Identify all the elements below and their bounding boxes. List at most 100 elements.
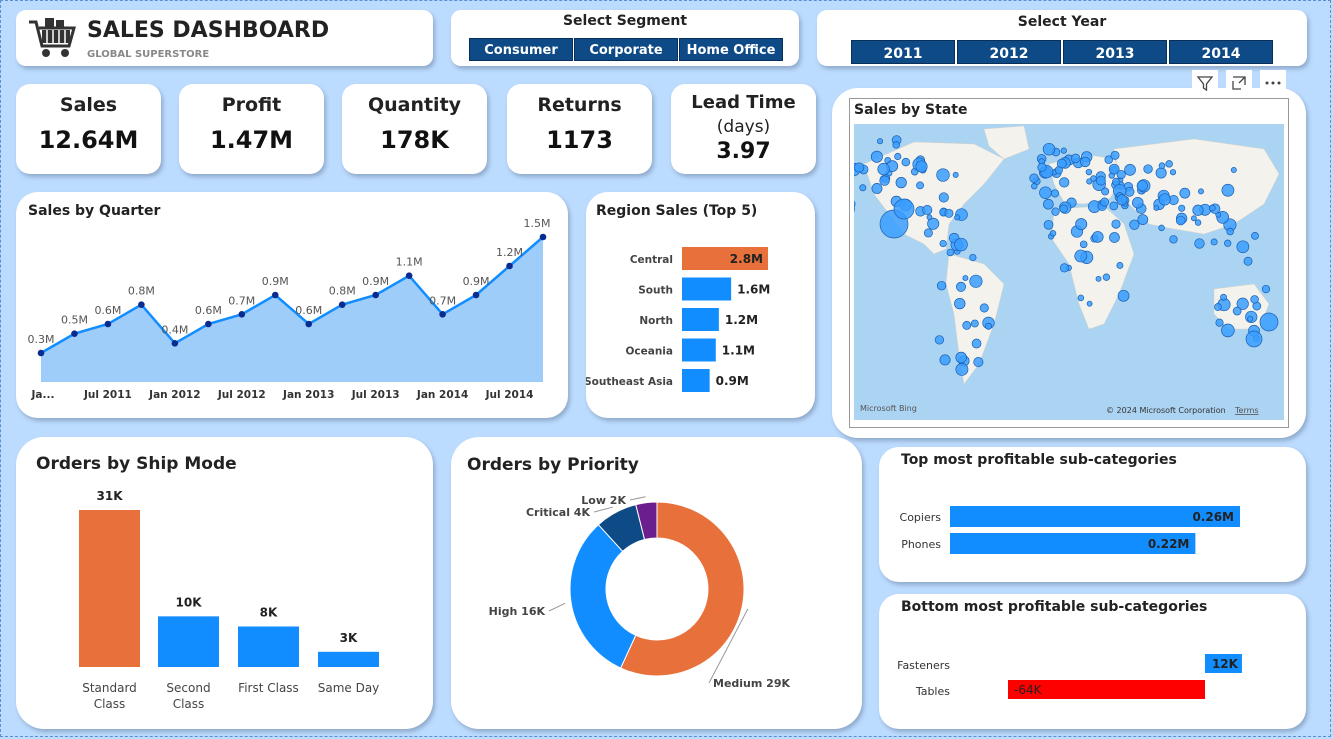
map-bubble[interactable] [1251, 232, 1259, 240]
map-bubble[interactable] [1043, 198, 1054, 210]
year-2014-button[interactable]: 2014 [1169, 40, 1273, 64]
map-bubble[interactable] [926, 214, 933, 221]
region-bar[interactable] [682, 308, 719, 331]
ship-mode-bar[interactable] [79, 510, 140, 667]
segment-home-office-button[interactable]: Home Office [679, 38, 783, 61]
map-bubble[interactable] [1158, 162, 1166, 170]
map-bubble[interactable] [955, 281, 966, 292]
quarter-point[interactable] [539, 233, 547, 241]
map-bubble[interactable] [969, 274, 983, 288]
map-bubble[interactable] [954, 214, 961, 221]
map-bubble[interactable] [1109, 201, 1119, 211]
map-bubble[interactable] [973, 357, 984, 368]
map-bubble[interactable] [1143, 164, 1153, 174]
map-bubble[interactable] [1116, 169, 1126, 180]
map-bubble[interactable] [1050, 189, 1060, 198]
map-bubble[interactable] [1215, 318, 1224, 327]
filter-icon[interactable] [1192, 70, 1218, 96]
quarter-point[interactable] [405, 272, 413, 279]
map-bubble[interactable] [1261, 284, 1271, 294]
map-bubble[interactable] [1075, 218, 1088, 231]
map-bubble[interactable] [1158, 224, 1165, 232]
map-bubble[interactable] [1208, 204, 1216, 212]
map-bubble[interactable] [877, 162, 890, 176]
map-bubble[interactable] [938, 192, 949, 203]
map-bubble[interactable] [1259, 312, 1279, 332]
map-bubble[interactable] [894, 152, 902, 160]
map-bubble[interactable] [1095, 175, 1106, 186]
map-bubble[interactable] [1165, 160, 1173, 168]
map-bubble[interactable] [1051, 207, 1060, 216]
more-options-icon[interactable] [1260, 70, 1286, 96]
map-bubble[interactable] [1110, 150, 1120, 160]
map-bubble[interactable] [954, 298, 966, 310]
year-2012-button[interactable]: 2012 [957, 40, 1061, 64]
quarter-point[interactable] [338, 301, 346, 308]
map-bubble[interactable] [1214, 303, 1222, 311]
map-bubble[interactable] [892, 141, 900, 149]
quarter-point[interactable] [506, 262, 513, 270]
map-bubble[interactable] [985, 322, 992, 330]
segment-consumer-button[interactable]: Consumer [469, 38, 573, 61]
map-bubble[interactable] [1074, 249, 1088, 263]
map-bubble[interactable] [1059, 263, 1070, 273]
map-bubble[interactable] [1153, 205, 1160, 211]
map-bubble[interactable] [1232, 306, 1242, 316]
map-bubble[interactable] [970, 319, 979, 328]
map-bubble[interactable] [1102, 273, 1111, 281]
map-bubble[interactable] [1059, 204, 1068, 213]
map-bubble[interactable] [1230, 167, 1237, 173]
quarter-point[interactable] [71, 330, 78, 337]
quarter-point[interactable] [205, 320, 212, 328]
quarter-point[interactable] [472, 291, 480, 299]
map-bubble[interactable] [1079, 240, 1088, 249]
map-bubble[interactable] [1247, 315, 1254, 322]
map-bubble[interactable] [1220, 293, 1227, 301]
map-bubble[interactable] [971, 338, 982, 349]
map-bubble[interactable] [939, 354, 951, 366]
map-bubble[interactable] [1175, 215, 1186, 226]
map-bubble[interactable] [1029, 173, 1039, 183]
region-bar[interactable] [682, 369, 710, 392]
year-2011-button[interactable]: 2011 [851, 40, 955, 64]
map-bubble[interactable] [854, 162, 865, 173]
ship-mode-bar[interactable] [238, 626, 299, 667]
map-terms-link[interactable]: Terms [1234, 406, 1259, 415]
ship-mode-bar[interactable] [158, 616, 219, 667]
map-bubble[interactable] [870, 150, 883, 163]
map-bubble[interactable] [962, 320, 972, 330]
map-bubble[interactable] [1137, 214, 1149, 225]
map-bubble[interactable] [1179, 187, 1191, 199]
map-bubble[interactable] [1091, 231, 1104, 243]
map-bubble[interactable] [1155, 167, 1167, 179]
quarter-point[interactable] [171, 340, 179, 347]
map-bubble[interactable] [1095, 275, 1102, 282]
map-bubble[interactable] [1132, 196, 1144, 209]
map-bubble[interactable] [922, 205, 933, 216]
map-bubble[interactable] [1236, 240, 1250, 254]
map-bubble[interactable] [871, 183, 883, 194]
map-bubble[interactable] [1117, 289, 1130, 302]
map-bubble[interactable] [1031, 182, 1038, 190]
map-bubble[interactable] [1109, 232, 1120, 243]
map-bubble[interactable] [955, 362, 969, 376]
map-bubble[interactable] [1158, 193, 1171, 206]
quarter-point[interactable] [439, 311, 446, 318]
map-bubble[interactable] [1085, 168, 1093, 176]
map-bubble[interactable] [952, 171, 959, 178]
quarter-point[interactable] [271, 291, 279, 299]
quarter-point[interactable] [138, 301, 145, 308]
map-bubble[interactable] [1059, 177, 1070, 188]
quarter-point[interactable] [238, 311, 246, 318]
map-bubble[interactable] [934, 335, 945, 345]
map-bubble[interactable] [1198, 188, 1204, 195]
map-bubble[interactable] [1224, 239, 1232, 247]
map-bubble[interactable] [1049, 230, 1057, 237]
map-bubble[interactable] [923, 228, 933, 238]
map-bubble[interactable] [1111, 219, 1121, 229]
map-bubble[interactable] [1070, 153, 1081, 164]
map-bubble[interactable] [1039, 186, 1052, 199]
map-bubble[interactable] [1136, 180, 1148, 192]
map-bubble[interactable] [944, 208, 954, 218]
year-2013-button[interactable]: 2013 [1063, 40, 1167, 64]
